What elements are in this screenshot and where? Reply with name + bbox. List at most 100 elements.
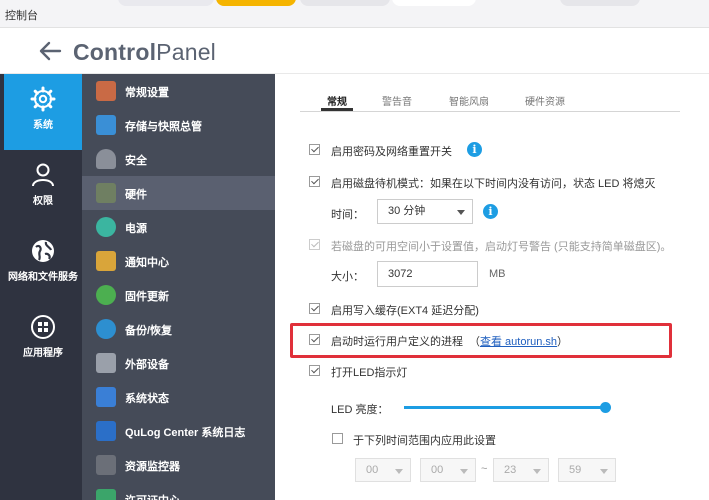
subnav-item-firmware[interactable]: 固件更新 bbox=[82, 278, 275, 312]
back-arrow-icon[interactable] bbox=[38, 40, 62, 62]
resource-monitor-icon bbox=[96, 455, 116, 475]
storage-icon bbox=[96, 115, 116, 135]
subnav-item-external-device[interactable]: 外部设备 bbox=[82, 346, 275, 380]
nav-item-privilege[interactable]: 权限 bbox=[4, 150, 82, 226]
apps-grid-icon bbox=[31, 315, 55, 339]
nav-label: 网络和文件服务 bbox=[8, 272, 78, 283]
led-brightness-label: LED 亮度： bbox=[331, 404, 389, 416]
subnav-label: 外部设备 bbox=[125, 359, 169, 371]
time-label: 时间： bbox=[331, 209, 364, 221]
tab-smart-fan[interactable]: 智能风扇 bbox=[449, 93, 489, 108]
tab-hardware-resources[interactable]: 硬件资源 bbox=[525, 93, 565, 108]
tab-bar: 常规 警告音 智能风扇 硬件资源 bbox=[300, 90, 680, 112]
notification-icon bbox=[96, 251, 116, 271]
titlebar-decoration bbox=[560, 0, 640, 6]
user-process-label: 启动时运行用户定义的进程 （查看 autorun.sh） bbox=[331, 336, 569, 348]
size-unit: MB bbox=[489, 268, 506, 280]
subnav-label: 系统状态 bbox=[125, 393, 169, 405]
subnav-item-security[interactable]: 安全 bbox=[82, 142, 275, 176]
lock-icon bbox=[96, 149, 116, 169]
subnav-item-storage[interactable]: 存储与快照总管 bbox=[82, 108, 275, 142]
titlebar-decoration bbox=[216, 0, 296, 6]
user-icon bbox=[32, 163, 54, 187]
nav-item-network[interactable]: 网络和文件服务 bbox=[4, 226, 82, 302]
subnav-item-notification[interactable]: 通知中心 bbox=[82, 244, 275, 278]
subnav-item-hardware[interactable]: 硬件 bbox=[82, 176, 275, 210]
subnav-item-power[interactable]: 电源 bbox=[82, 210, 275, 244]
subnav-label: 许可证中心 bbox=[125, 492, 180, 500]
subnav-label: 存储与快照总管 bbox=[125, 121, 202, 133]
time-range-separator: ~ bbox=[481, 463, 488, 475]
firmware-update-icon bbox=[96, 285, 116, 305]
reset-switch-checkbox[interactable] bbox=[309, 144, 320, 155]
standby-time-value: 30 分钟 bbox=[388, 205, 426, 217]
nav-item-applications[interactable]: 应用程序 bbox=[4, 302, 82, 378]
tab-general[interactable]: 常规 bbox=[321, 93, 353, 111]
subnav-item-license[interactable]: 许可证中心 bbox=[82, 482, 275, 500]
led-indicator-checkbox[interactable] bbox=[309, 365, 320, 376]
user-process-checkbox[interactable] bbox=[309, 334, 320, 345]
subnav-item-qulog[interactable]: QuLog Center 系统日志 bbox=[82, 414, 275, 448]
nav-item-system[interactable]: 系统 bbox=[4, 74, 82, 150]
disk-standby-label: 启用磁盘待机模式：如果在以下时间内没有访问，状态 LED 将熄灭 bbox=[331, 178, 656, 190]
low-space-warning-label: 若磁盘的可用空间小于设置值，启动灯号警告 (只能支持简单磁盘区)。 bbox=[331, 241, 672, 253]
to-minute-select[interactable]: 59 bbox=[558, 458, 616, 482]
window-titlebar: 控制台 bbox=[0, 0, 709, 28]
standby-time-select[interactable]: 30 分钟 bbox=[377, 199, 473, 224]
subnav-label: 通知中心 bbox=[125, 257, 169, 269]
subnav-label: 资源监控器 bbox=[125, 461, 180, 473]
gear-icon bbox=[30, 86, 56, 112]
size-input[interactable]: 3072 bbox=[377, 261, 478, 287]
chevron-down-icon bbox=[460, 469, 468, 474]
autorun-link[interactable]: 查看 autorun.sh bbox=[480, 336, 557, 348]
from-hour-select[interactable]: 00 bbox=[355, 458, 411, 482]
tab-alarm-sound[interactable]: 警告音 bbox=[382, 93, 412, 108]
from-minute-select[interactable]: 00 bbox=[420, 458, 476, 482]
subnav-label: 硬件 bbox=[125, 189, 147, 201]
backup-restore-icon bbox=[96, 319, 116, 339]
power-bulb-icon bbox=[96, 217, 116, 237]
size-label: 大小： bbox=[331, 271, 364, 283]
schedule-checkbox[interactable] bbox=[332, 433, 343, 444]
external-device-icon bbox=[96, 353, 116, 373]
led-brightness-slider[interactable] bbox=[404, 406, 608, 409]
titlebar-decoration bbox=[392, 0, 476, 6]
system-status-icon bbox=[96, 387, 116, 407]
window-title: 控制台 bbox=[5, 10, 38, 22]
slider-handle[interactable] bbox=[600, 402, 611, 413]
write-cache-checkbox[interactable] bbox=[309, 303, 320, 314]
main-nav: 系统 权限 网络和文件服务 应用程序 bbox=[0, 74, 82, 500]
write-cache-label: 启用写入缓存(EXT4 延迟分配) bbox=[331, 305, 479, 317]
subnav-item-general[interactable]: 常规设置 bbox=[82, 74, 275, 108]
led-indicator-label: 打开LED指示灯 bbox=[331, 367, 408, 379]
subnav-item-system-status[interactable]: 系统状态 bbox=[82, 380, 275, 414]
chevron-down-icon bbox=[533, 469, 541, 474]
info-icon[interactable]: i bbox=[467, 142, 482, 157]
reset-switch-label: 启用密码及网络重置开关 bbox=[331, 146, 452, 158]
to-hour-select[interactable]: 23 bbox=[493, 458, 549, 482]
subnav-label: QuLog Center 系统日志 bbox=[125, 427, 246, 439]
subnav-label: 常规设置 bbox=[125, 87, 169, 99]
nav-label: 系统 bbox=[33, 120, 53, 131]
info-icon[interactable]: i bbox=[483, 204, 498, 219]
titlebar-decoration bbox=[300, 0, 390, 6]
schedule-label: 于下列时间范围内应用此设置 bbox=[353, 435, 496, 447]
page-title: ControlPanel bbox=[73, 39, 216, 65]
subnav-item-backup[interactable]: 备份/恢复 bbox=[82, 312, 275, 346]
sub-nav: 常规设置 存储与快照总管 安全 硬件 电源 通知中心 固件更新 备份/恢复 外部… bbox=[82, 74, 275, 500]
disk-standby-checkbox[interactable] bbox=[309, 176, 320, 187]
subnav-label: 备份/恢复 bbox=[125, 325, 173, 337]
subnav-label: 固件更新 bbox=[125, 291, 169, 303]
qulog-icon bbox=[96, 421, 116, 441]
general-settings-icon bbox=[96, 81, 116, 101]
nav-label: 应用程序 bbox=[23, 348, 63, 359]
nav-label: 权限 bbox=[33, 196, 53, 207]
chevron-down-icon bbox=[395, 469, 403, 474]
low-space-warning-checkbox[interactable] bbox=[309, 239, 320, 250]
license-icon bbox=[96, 489, 116, 500]
titlebar-decoration bbox=[118, 0, 214, 6]
subnav-label: 安全 bbox=[125, 155, 147, 167]
chevron-down-icon bbox=[457, 210, 465, 215]
subnav-item-resource-monitor[interactable]: 资源监控器 bbox=[82, 448, 275, 482]
hardware-icon bbox=[96, 183, 116, 203]
